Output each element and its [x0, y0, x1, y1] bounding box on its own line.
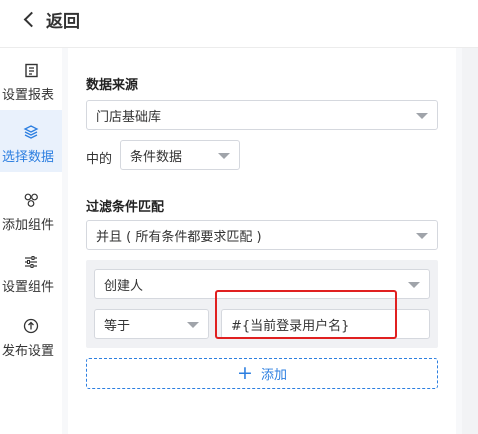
components-icon — [23, 192, 39, 208]
chevron-left-icon — [23, 11, 40, 27]
main-content: 数据来源 门店基础库 中的 条件数据 过滤条件匹配 并且 ( 所有条件都要求匹配… — [62, 48, 462, 434]
caret-down-icon — [416, 233, 428, 239]
sidebar-item-label: 设置报表 — [1, 88, 54, 103]
data-type-select[interactable]: 条件数据 — [120, 140, 240, 170]
sidebar-item-component-settings[interactable]: 设置组件 — [0, 240, 62, 302]
sidebar-item-label: 选择数据 — [1, 150, 54, 165]
sidebar-item-report-settings[interactable]: 设置报表 — [0, 48, 62, 110]
filter-title: 过滤条件匹配 — [86, 200, 165, 215]
sidebar-item-publish-settings[interactable]: 发布设置 — [0, 304, 62, 366]
sidebar-item-add-components[interactable]: 添加组件 — [0, 178, 62, 240]
sidebar-item-label: 设置组件 — [1, 280, 54, 295]
sidebar-item-label: 发布设置 — [1, 344, 54, 359]
condition-value-input[interactable]: #{当前登录用户名} — [221, 309, 430, 339]
in-label: 中的 — [86, 152, 113, 167]
condition-value-text: #{当前登录用户名} — [231, 318, 350, 334]
condition-group: 创建人 等于 #{当前登录用户名} — [86, 260, 438, 348]
sidebar-item-label: 添加组件 — [1, 218, 54, 233]
back-label: 返回 — [46, 11, 80, 32]
data-source-select[interactable]: 门店基础库 — [86, 100, 438, 130]
filter-match-value: 并且 ( 所有条件都要求匹配 ) — [96, 229, 262, 245]
caret-down-icon — [416, 113, 428, 119]
add-condition-label: 添加 — [260, 368, 287, 383]
filter-match-select[interactable]: 并且 ( 所有条件都要求匹配 ) — [86, 220, 438, 250]
caret-down-icon — [408, 282, 420, 288]
publish-icon — [23, 318, 39, 334]
data-source-title: 数据来源 — [86, 78, 139, 93]
data-source-value: 门店基础库 — [96, 109, 162, 125]
condition-field-value: 创建人 — [104, 278, 144, 294]
sidebar-item-select-data[interactable]: 选择数据 — [0, 110, 62, 172]
plus-icon: + — [237, 362, 253, 384]
condition-field-select[interactable]: 创建人 — [94, 269, 430, 299]
sliders-icon — [23, 254, 39, 270]
sidebar: 设置报表 选择数据 添加组件 设置组件 发布设置 — [0, 48, 62, 434]
data-type-value: 条件数据 — [130, 149, 183, 165]
caret-down-icon — [218, 153, 230, 159]
condition-operator-select[interactable]: 等于 — [94, 309, 209, 339]
layers-icon — [23, 124, 39, 140]
add-condition-button[interactable]: + 添加 — [86, 358, 438, 389]
condition-operator-value: 等于 — [104, 318, 131, 334]
caret-down-icon — [187, 322, 199, 328]
back-button[interactable]: 返回 — [22, 6, 80, 32]
top-bar: 返回 — [0, 0, 478, 48]
report-icon — [23, 62, 39, 78]
config-panel: 数据来源 门店基础库 中的 条件数据 过滤条件匹配 并且 ( 所有条件都要求匹配… — [68, 48, 456, 434]
right-scroll-area — [462, 48, 478, 434]
